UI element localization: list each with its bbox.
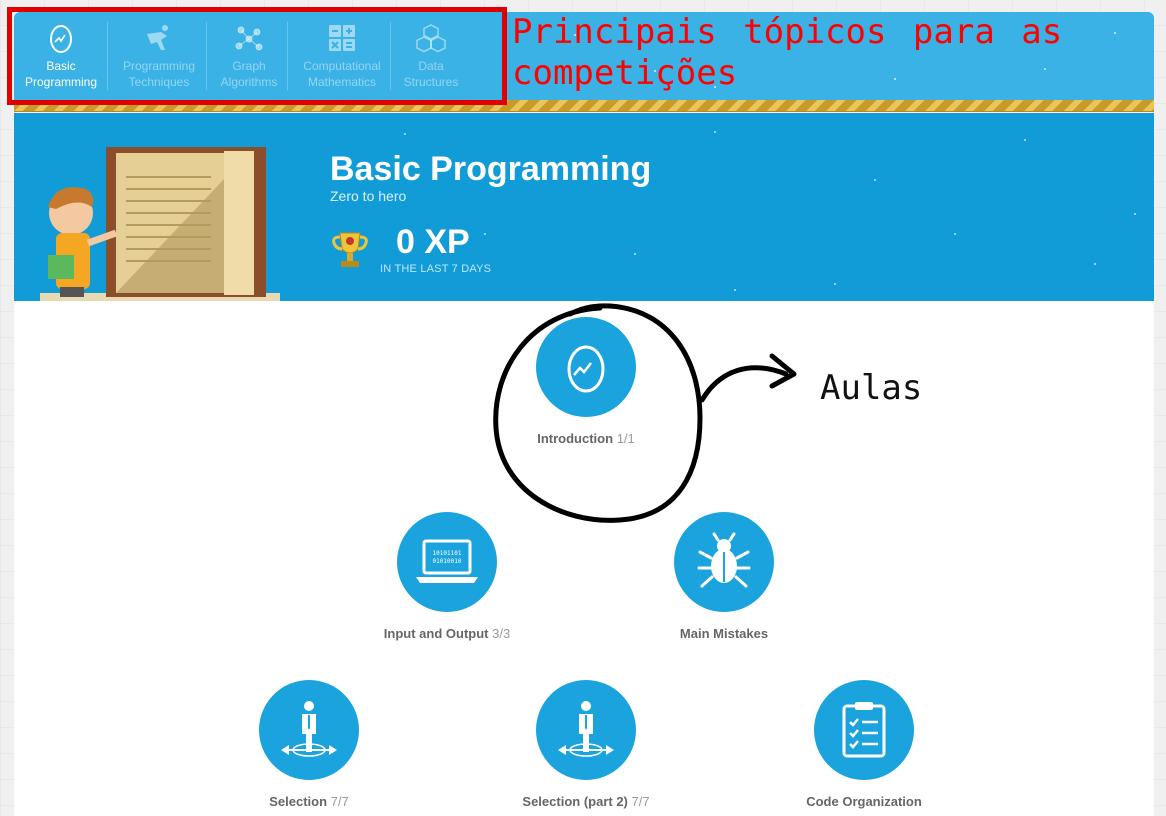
lesson-icon-button[interactable] [259,680,359,780]
course-subtitle: Zero to hero [330,188,407,204]
lesson-icon-button[interactable]: 10101101 01010010 [397,512,497,612]
xp-caption: IN THE LAST 7 DAYS [380,263,492,275]
lesson-selection-part-2[interactable]: Selection (part 2) 7/7 [486,680,686,809]
topics-highlight-box [7,7,507,105]
person-crossroad-icon [281,701,337,757]
lesson-progress: 3/3 [492,626,511,641]
lesson-title: Code Organization [806,794,922,809]
lessons-annotation: Aulas [820,368,923,408]
lesson-title: Selection [269,794,328,809]
laptop-binary-icon: 10101101 01010010 [416,539,478,583]
trophy-icon [332,232,368,267]
lesson-progress: 7/7 [330,794,349,809]
lesson-progress: 7/7 [631,794,650,809]
course-title: Basic Programming [330,150,652,188]
person-crossroad-icon [558,701,614,757]
lessons-circle-annotation [493,303,797,523]
bug-icon [697,532,751,588]
lesson-icon-button[interactable] [814,680,914,780]
student-book-illustration [40,147,280,301]
lesson-icon-button[interactable] [536,680,636,780]
xp-value: 0 XP [396,223,470,261]
course-hero: Basic Programming Zero to hero 0 XP IN T… [14,113,1154,301]
lesson-title: Selection (part 2) [522,794,628,809]
lesson-selection[interactable]: Selection 7/7 [209,680,409,809]
lesson-code-organization[interactable]: Code Organization [764,680,964,809]
topics-annotation: Principais tópicos para as competições [512,12,1063,93]
svg-text:10101101: 10101101 [433,550,462,557]
clipboard-checklist-icon [842,702,886,758]
lesson-title: Input and Output [383,626,489,641]
lesson-title: Main Mistakes [679,626,769,641]
svg-text:01010010: 01010010 [433,558,462,565]
